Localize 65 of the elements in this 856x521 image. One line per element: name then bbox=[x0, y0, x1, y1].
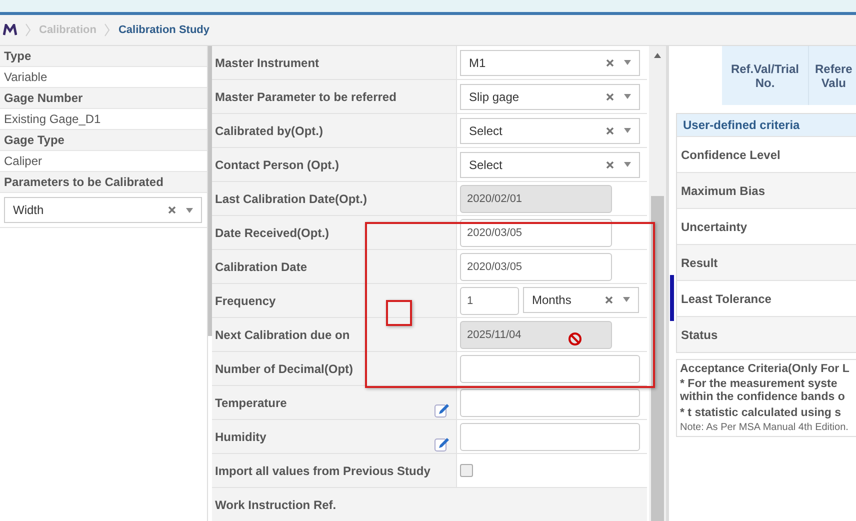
dropdown[interactable]: Slip gage bbox=[460, 84, 640, 110]
pencil-icon[interactable] bbox=[434, 402, 450, 418]
note-text: Note: As Per MSA Manual 4th Edition. bbox=[680, 422, 850, 433]
chevron-icon bbox=[104, 23, 110, 37]
field-label: Master Parameter to be referred bbox=[215, 90, 396, 104]
field-label: Next Calibration due on bbox=[215, 328, 350, 342]
dropdown[interactable]: Select bbox=[460, 118, 640, 144]
field-label: Gage Number bbox=[0, 88, 207, 109]
field-label: Number of Decimal(Opt) bbox=[215, 362, 354, 376]
field-label: Frequency bbox=[215, 294, 276, 308]
field-label: Last Calibration Date(Opt.) bbox=[215, 192, 368, 206]
caret-icon[interactable] bbox=[624, 128, 631, 133]
caret-icon[interactable] bbox=[624, 60, 631, 65]
section-title: Acceptance Criteria(Only For L bbox=[680, 363, 850, 375]
column-header: Ref.Val/Trial No. bbox=[722, 46, 809, 105]
criteria-label[interactable]: Uncertainty bbox=[677, 220, 748, 234]
not-allowed-icon bbox=[568, 332, 582, 346]
chevron-icon bbox=[25, 23, 31, 37]
input-field[interactable] bbox=[460, 388, 640, 416]
field-label: Humidity bbox=[215, 430, 266, 444]
field-label: Temperature bbox=[215, 396, 287, 410]
field-label: Contact Person (Opt.) bbox=[215, 158, 340, 172]
field-label: Gage Type bbox=[0, 130, 207, 151]
criteria-text: * t statistic calculated using s bbox=[680, 407, 842, 419]
criteria-label[interactable]: Maximum Bias bbox=[677, 184, 766, 198]
column-header: Refere Valu bbox=[809, 46, 856, 105]
criteria-label[interactable]: Confidence Level bbox=[677, 148, 780, 162]
breadcrumb-link[interactable]: Calibration Study bbox=[118, 24, 210, 36]
checkbox[interactable] bbox=[460, 464, 473, 477]
field-label: Date Received(Opt.) bbox=[215, 226, 330, 240]
logo-icon bbox=[3, 24, 17, 36]
scroll-up-icon[interactable] bbox=[654, 53, 661, 58]
field-label: Work Instruction Ref. bbox=[215, 498, 336, 512]
clear-icon[interactable] bbox=[168, 206, 176, 214]
frequency-input[interactable]: 1 bbox=[460, 286, 519, 314]
caret-icon[interactable] bbox=[624, 162, 631, 167]
unit-dropdown[interactable]: Months bbox=[523, 286, 639, 312]
clear-icon[interactable] bbox=[606, 92, 614, 100]
criteria-text: * For the measurement syste within the confidence bands o bbox=[680, 378, 846, 404]
date-field[interactable]: 2020/03/05 bbox=[460, 252, 612, 280]
panel-title: User-defined criteria bbox=[677, 114, 856, 136]
field-label: Master Instrument bbox=[215, 56, 320, 70]
clear-icon[interactable] bbox=[606, 160, 614, 168]
date-field[interactable]: 2020/03/05 bbox=[460, 218, 612, 246]
pencil-icon[interactable] bbox=[434, 436, 450, 452]
field-label: Type bbox=[0, 46, 207, 67]
input-field[interactable] bbox=[460, 422, 640, 450]
clear-icon[interactable] bbox=[605, 296, 613, 304]
scrollbar[interactable] bbox=[649, 46, 666, 521]
caret-icon[interactable] bbox=[186, 208, 193, 212]
caret-icon[interactable] bbox=[624, 94, 631, 99]
criteria-label[interactable]: Least Tolerance bbox=[677, 292, 772, 306]
input-field[interactable] bbox=[460, 354, 640, 382]
criteria-label[interactable]: Status bbox=[677, 328, 718, 342]
field-label: Calibrated by(Opt.) bbox=[215, 124, 324, 138]
field-label: Parameters to be Calibrated bbox=[0, 172, 207, 193]
clear-icon[interactable] bbox=[606, 58, 614, 66]
field-label: Calibration Date bbox=[215, 260, 308, 274]
clear-icon[interactable] bbox=[606, 126, 614, 134]
caret-icon[interactable] bbox=[623, 297, 630, 302]
dropdown[interactable]: M1 bbox=[460, 50, 640, 76]
dropdown[interactable]: Select bbox=[460, 152, 640, 178]
parameter-dropdown[interactable]: Width bbox=[4, 197, 202, 223]
field-label: Import all values from Previous Study bbox=[215, 464, 430, 478]
criteria-label[interactable]: Result bbox=[677, 256, 718, 270]
